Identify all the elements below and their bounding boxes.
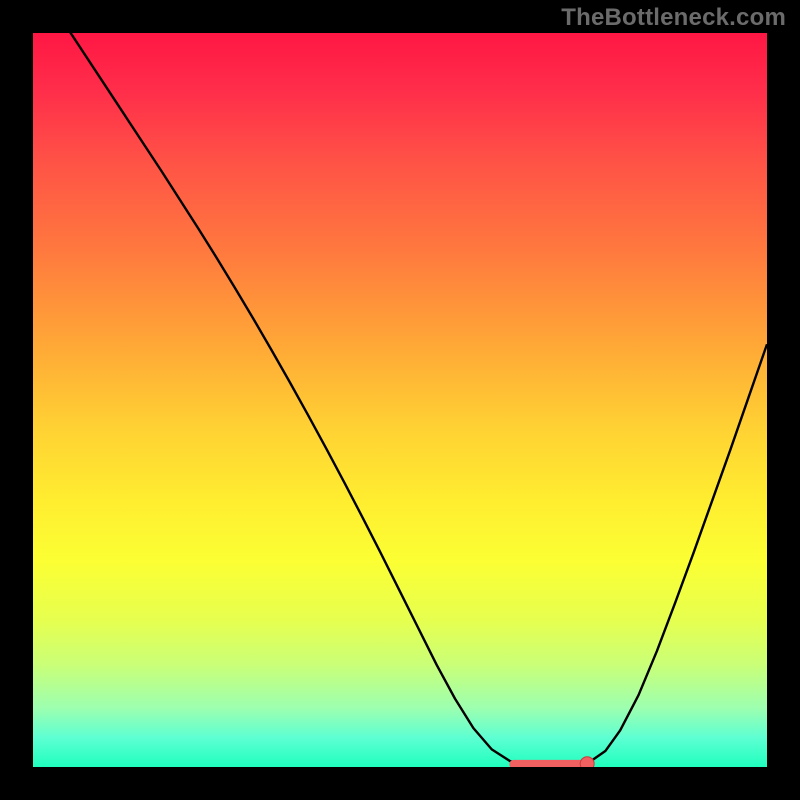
optimal-point-marker <box>580 757 594 767</box>
watermark-text: TheBottleneck.com <box>561 4 786 32</box>
marks-svg <box>33 33 767 767</box>
plot-area <box>33 33 767 767</box>
chart-container: TheBottleneck.com <box>0 0 800 800</box>
